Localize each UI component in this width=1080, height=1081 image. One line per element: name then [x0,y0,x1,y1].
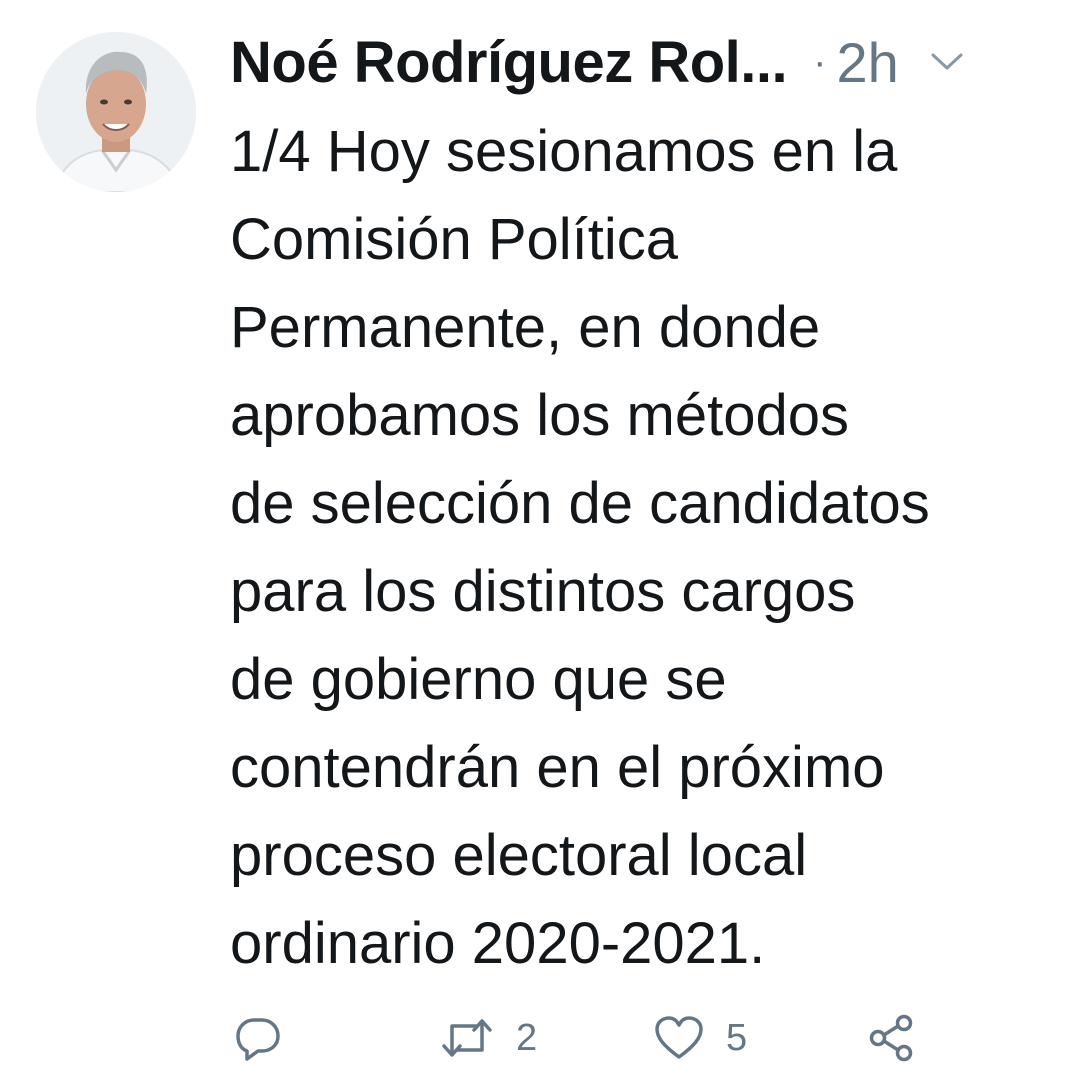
tweet-text-line: ordinario 2020-2021. [230,911,766,976]
heart-icon [655,1016,703,1059]
tweet-text-line: contendrán en el próximo [230,735,885,800]
tweet-text-line: proceso electoral local [230,823,808,888]
tweet-text-line: Permanente, en donde [230,295,821,360]
tweet-text-line: Comisión Política [230,207,679,272]
tweet-text-line: de selección de candidatos [230,471,930,536]
timestamp[interactable]: 2h [836,30,898,95]
share-button[interactable] [866,1008,916,1068]
share-icon [869,1014,913,1062]
retweet-count: 2 [516,1016,538,1059]
profile-photo-icon [36,32,196,192]
reply-icon [236,1018,280,1061]
author-name[interactable]: Noé Rodríguez Rol... [230,29,788,96]
tweet-text-line: de gobierno que se [230,647,727,712]
retweet-button[interactable]: 2 [440,1008,537,1068]
chevron-down-icon [931,53,963,70]
tweet-text-line: para los distintos cargos [230,559,856,624]
retweet-icon [442,1019,492,1057]
like-count: 5 [726,1016,748,1059]
tweet-header: Noé Rodríguez Rol... · 2h [230,24,1050,100]
tweet-actions: 2 5 [230,1008,1050,1068]
tweet-text-line: aprobamos los métodos [230,383,849,448]
reply-button[interactable] [234,1008,282,1068]
separator-dot: · [813,39,827,84]
tweet-text: 1/4 Hoy sesionamos en la Comisión Políti… [230,108,1060,988]
tweet-text-line: 1/4 Hoy sesionamos en la [230,119,898,184]
like-button[interactable]: 5 [654,1008,747,1068]
tweet-menu-button[interactable] [927,42,967,82]
avatar[interactable] [36,32,196,192]
tweet[interactable]: Noé Rodríguez Rol... · 2h 1/4 Hoy sesion… [0,0,1080,1081]
